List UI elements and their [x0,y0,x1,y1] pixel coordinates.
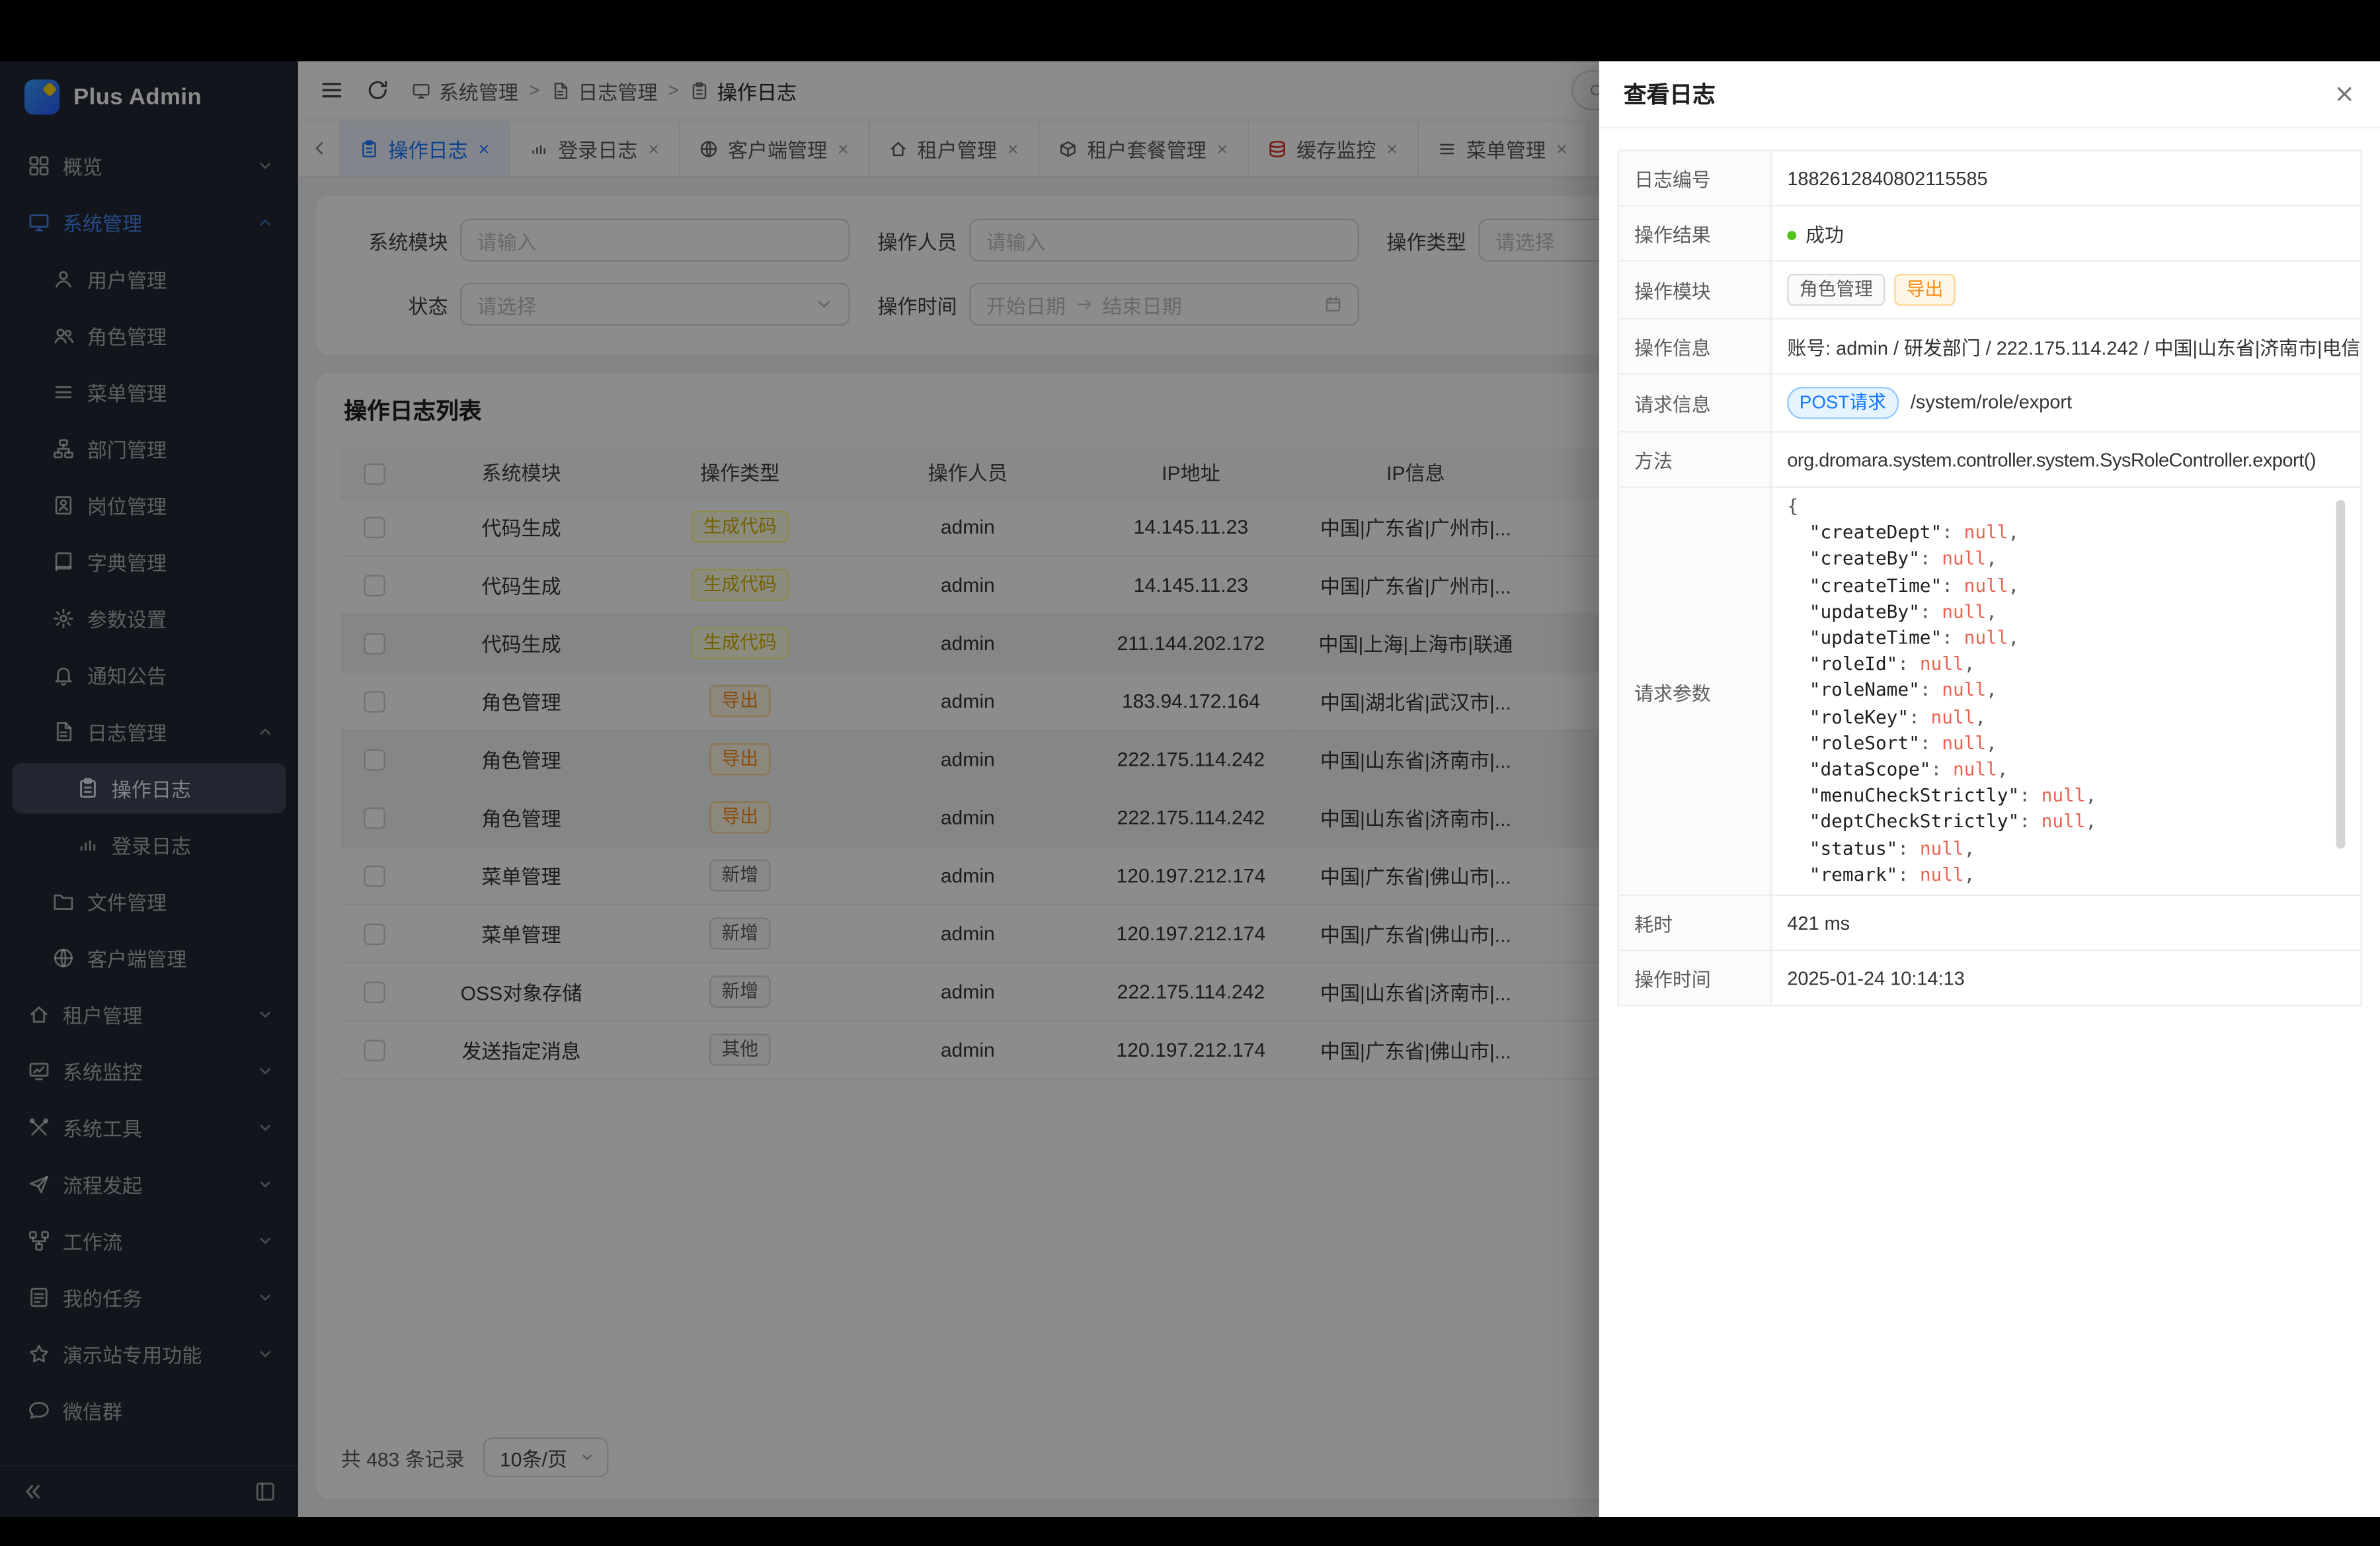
code-line: "roleKey": null, [1787,704,2345,731]
close-icon[interactable] [2333,83,2356,106]
detail-value-log-id: 1882612840802115585 [1771,151,2361,206]
code-line: "createTime": null, [1787,573,2345,599]
success-dot-icon [1787,231,1796,240]
code-line: "createDept": null, [1787,520,2345,547]
detail-label: 请求信息 [1618,374,1771,432]
code-line: "createBy": null, [1787,547,2345,573]
code-line: "status": null, [1787,836,2345,862]
code-line: "dataScope": null, [1787,757,2345,784]
module-tag: 导出 [1894,274,1956,306]
detail-label: 操作信息 [1618,319,1771,374]
detail-value-info: 账号: admin / 研发部门 / 222.175.114.242 / 中国|… [1771,319,2361,374]
module-tag: 角色管理 [1787,274,1885,306]
detail-row-module: 操作模块角色管理导出 [1618,261,2361,319]
detail-value-result: 成功 [1771,206,2361,261]
detail-label: 方法 [1618,432,1771,487]
top-letterbox [0,0,2380,61]
detail-label: 请求参数 [1618,487,1771,895]
code-line: "updateTime": null, [1787,626,2345,652]
detail-label: 日志编号 [1618,151,1771,206]
detail-value-request: POST请求/system/role/export [1771,374,2361,432]
code-line: "roleSort": null, [1787,731,2345,757]
status-text: 成功 [1805,225,1844,246]
code-line: "roleId": null, [1787,652,2345,678]
bottom-letterbox [0,1517,2380,1546]
detail-label: 操作时间 [1618,950,1771,1005]
detail-value-method: org.dromara.system.controller.system.Sys… [1771,432,2361,487]
code-line: "roleName": null, [1787,678,2345,704]
screen: Plus Admin 概览系统管理用户管理角色管理菜单管理部门管理岗位管理字典管… [0,0,2380,1546]
drawer-body: 日志编号1882612840802115585操作结果成功操作模块角色管理导出操… [1599,128,2380,1517]
drawer-title: 查看日志 [1624,78,1716,110]
code-line: "updateBy": null, [1787,599,2345,626]
code-line: "menuCheckStrictly": null, [1787,784,2345,810]
detail-row-params: 请求参数{ "createDept": null, "createBy": nu… [1618,487,2361,895]
code-line: "deptCheckStrictly": null, [1787,809,2345,836]
detail-row-request: 请求信息POST请求/system/role/export [1618,374,2361,432]
detail-value-params: { "createDept": null, "createBy": null, … [1771,487,2361,895]
request-url: /system/role/export [1911,391,2072,413]
detail-value-duration: 421 ms [1771,895,2361,950]
detail-row-info: 操作信息账号: admin / 研发部门 / 222.175.114.242 /… [1618,319,2361,374]
detail-row-op-time: 操作时间2025-01-24 10:14:13 [1618,950,2361,1005]
detail-row-result: 操作结果 成功 [1618,206,2361,261]
detail-label: 耗时 [1618,895,1771,950]
detail-row-duration: 耗时421 ms [1618,895,2361,950]
view-log-drawer: 查看日志 日志编号1882612840802115585操作结果 成功操作模块角色… [1599,61,2380,1518]
detail-row-method: 方法org.dromara.system.controller.system.S… [1618,432,2361,487]
detail-value-module: 角色管理导出 [1771,261,2361,319]
detail-value-op-time: 2025-01-24 10:14:13 [1771,950,2361,1005]
code-line: { [1787,494,2345,520]
scrollbar-thumb[interactable] [2336,500,2346,848]
detail-label: 操作结果 [1618,206,1771,261]
detail-label: 操作模块 [1618,261,1771,319]
log-detail-table: 日志编号1882612840802115585操作结果成功操作模块角色管理导出操… [1618,150,2362,1006]
detail-row-log-id: 日志编号1882612840802115585 [1618,151,2361,206]
drawer-header: 查看日志 [1599,61,2380,129]
http-method-tag: POST请求 [1787,387,1898,419]
request-params-json[interactable]: { "createDept": null, "createBy": null, … [1787,494,2345,889]
code-line: "remark": null, [1787,862,2345,889]
